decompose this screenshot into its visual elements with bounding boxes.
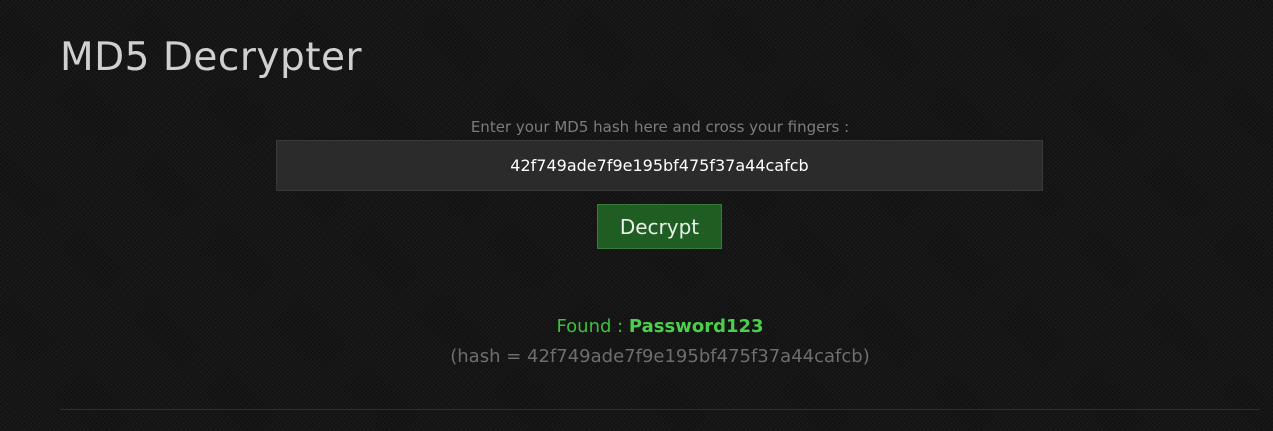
result-hash-line: (hash = 42f749ade7f9e195bf475f37a44cafcb… xyxy=(450,346,870,367)
page-title: MD5 Decrypter xyxy=(60,35,363,80)
footer-divider xyxy=(60,409,1260,410)
hash-prompt-label: Enter your MD5 hash here and cross your … xyxy=(470,118,850,136)
decrypt-button[interactable]: Decrypt xyxy=(597,204,722,249)
hash-input[interactable] xyxy=(276,140,1043,191)
found-prefix: Found : xyxy=(556,316,629,337)
found-password: Password123 xyxy=(628,316,764,337)
result-found-line: Found : Password123 xyxy=(0,314,1273,340)
